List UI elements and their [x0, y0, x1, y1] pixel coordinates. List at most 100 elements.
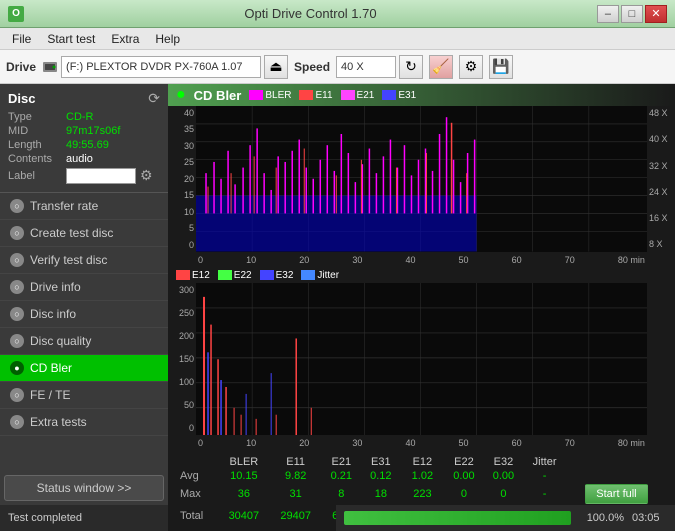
chart2-y-axis: 300250200150100500 — [168, 283, 196, 436]
disc-mid-label: MID — [8, 125, 66, 137]
sidebar-item-transfer-rate[interactable]: ○Transfer rate — [0, 193, 168, 220]
disc-label-input[interactable] — [66, 168, 136, 184]
status-window-button[interactable]: Status window >> — [4, 475, 164, 501]
chart1-legend: BLER E11 E21 E31 — [249, 90, 416, 101]
speed-selector[interactable]: 40 X — [336, 56, 396, 78]
chart1-x-row: 01020304050607080 min — [168, 252, 675, 268]
nav-label-verify-test-disc: Verify test disc — [30, 253, 107, 267]
nav-icon-extra-tests: ○ — [10, 415, 24, 429]
chart1-title: CD Bler — [194, 88, 242, 103]
sidebar-item-extra-tests[interactable]: ○ Extra tests — [0, 409, 168, 436]
nav-icon-cd-bler: ● — [10, 361, 24, 375]
disc-mid-value: 97m17s06f — [66, 125, 120, 137]
chart1-right-axis: 48 X40 X32 X24 X16 X8 X — [647, 106, 675, 252]
minimize-button[interactable]: – — [597, 5, 619, 23]
disc-contents-value: audio — [66, 153, 93, 165]
sidebar-item-disc-quality[interactable]: ○ Disc quality — [0, 328, 168, 355]
legend-e11: E11 — [299, 90, 332, 101]
test-completed-bar: Test completed — [0, 505, 168, 531]
nav-icon-disc-quality: ○ — [10, 334, 24, 348]
progress-bar-fill — [344, 511, 571, 525]
disc-type-label: Type — [8, 111, 66, 123]
disc-panel: Disc ⟳ Type CD-R MID 97m17s06f Length 49… — [0, 84, 168, 193]
menu-start-test[interactable]: Start test — [39, 30, 103, 48]
legend-e21: E21 — [341, 90, 375, 101]
window-controls: – □ ✕ — [597, 5, 667, 23]
progress-bar-container — [344, 511, 571, 525]
menu-file[interactable]: File — [4, 30, 39, 48]
nav-label-disc-quality: Disc quality — [30, 334, 91, 348]
toolbar: Drive (F:) PLEXTOR DVDR PX-760A 1.07 ⏏ S… — [0, 50, 675, 84]
nav-icon-create-test-disc: ○ — [10, 226, 24, 240]
disc-title: Disc — [8, 91, 35, 106]
nav-label-fe-te: FE / TE — [30, 388, 70, 402]
stats-row-avg: Avg10.159.820.210.121.020.000.00- — [176, 469, 667, 483]
nav-label-disc-info: Disc info — [30, 307, 76, 321]
sidebar-item-drive-info[interactable]: ○Drive info — [0, 274, 168, 301]
disc-label-label: Label — [8, 170, 66, 182]
refresh-button[interactable]: ↻ — [399, 55, 423, 79]
content-area: ● CD Bler BLER E11 E21 — [168, 84, 675, 531]
sidebar-item-fe-te[interactable]: ○FE / TE — [0, 382, 168, 409]
sidebar-item-disc-info[interactable]: ○ Disc info — [0, 301, 168, 328]
stats-header-e22: E22 — [444, 455, 484, 469]
nav-label-drive-info: Drive info — [30, 280, 81, 294]
sidebar-item-cd-bler[interactable]: ● CD Bler — [0, 355, 168, 382]
chart2-wrapper: 300250200150100500 — [168, 283, 675, 436]
speed-label: Speed — [294, 60, 330, 74]
stats-header-e21: E21 — [322, 455, 362, 469]
content-status-bar: 100.0% 03:05 — [336, 505, 675, 531]
chart2-right-spacer — [647, 283, 675, 436]
stats-row-max: Max363181822300-Start full — [176, 483, 667, 505]
label-edit-icon[interactable]: ⚙ — [140, 167, 153, 184]
close-button[interactable]: ✕ — [645, 5, 667, 23]
stats-header-bler: BLER — [218, 455, 270, 469]
drive-label: Drive — [6, 60, 36, 74]
chart1-y-axis: 4035302520151050 — [168, 106, 196, 252]
chart2-x-labels: 01020304050607080 min — [196, 438, 647, 448]
legend-e31: E31 — [382, 90, 416, 101]
legend-e32: E32 — [260, 270, 294, 281]
app-icon: O — [8, 6, 24, 22]
disc-length-label: Length — [8, 139, 66, 151]
sidebar-item-verify-test-disc[interactable]: ○ Verify test disc — [0, 247, 168, 274]
clear-button[interactable]: 🧹 — [429, 55, 453, 79]
test-completed-text: Test completed — [8, 512, 82, 524]
chart1-area — [196, 106, 647, 252]
progress-text: 100.0% — [579, 512, 624, 524]
chart2-x-row: 01020304050607080 min — [168, 435, 675, 451]
legend-bler: BLER — [249, 90, 291, 101]
stats-header-e11: E11 — [270, 455, 322, 469]
chart2-legend-bar: E12 E22 E32 Jitter — [168, 268, 675, 283]
nav-icon-verify-test-disc: ○ — [10, 253, 24, 267]
chart1-icon: ● — [176, 86, 186, 104]
stats-header-jitter: Jitter — [523, 455, 566, 469]
stats-header-e12: E12 — [401, 455, 445, 469]
sidebar: Disc ⟳ Type CD-R MID 97m17s06f Length 49… — [0, 84, 168, 531]
chart1-wrapper: 4035302520151050 — [168, 106, 675, 252]
chart2-container: E12 E22 E32 Jitter 300250200150100500 — [168, 268, 675, 452]
chart1-x-labels: 01020304050607080 min — [196, 255, 647, 265]
nav-label-cd-bler: CD Bler — [30, 361, 72, 375]
disc-type-value: CD-R — [66, 111, 94, 123]
chart1-container: ● CD Bler BLER E11 E21 — [168, 84, 675, 268]
legend-jitter: Jitter — [301, 270, 339, 281]
btn-start-full[interactable]: Start full — [585, 484, 647, 504]
disc-contents-label: Contents — [8, 153, 66, 165]
drive-icon — [42, 59, 58, 75]
nav-icon-disc-info: ○ — [10, 307, 24, 321]
menu-extra[interactable]: Extra — [103, 30, 147, 48]
sidebar-item-create-test-disc[interactable]: ○Create test disc — [0, 220, 168, 247]
menu-help[interactable]: Help — [147, 30, 188, 48]
chart2-area — [196, 283, 647, 436]
disc-refresh-icon[interactable]: ⟳ — [148, 90, 160, 107]
eject-button[interactable]: ⏏ — [264, 55, 288, 79]
menu-bar: File Start test Extra Help — [0, 28, 675, 50]
settings-button[interactable]: ⚙ — [459, 55, 483, 79]
save-button[interactable]: 💾 — [489, 55, 513, 79]
stats-header-e32: E32 — [484, 455, 524, 469]
drive-selector[interactable]: (F:) PLEXTOR DVDR PX-760A 1.07 — [61, 56, 261, 78]
maximize-button[interactable]: □ — [621, 5, 643, 23]
title-bar: O Opti Drive Control 1.70 – □ ✕ — [0, 0, 675, 28]
nav-label-extra-tests: Extra tests — [30, 415, 87, 429]
